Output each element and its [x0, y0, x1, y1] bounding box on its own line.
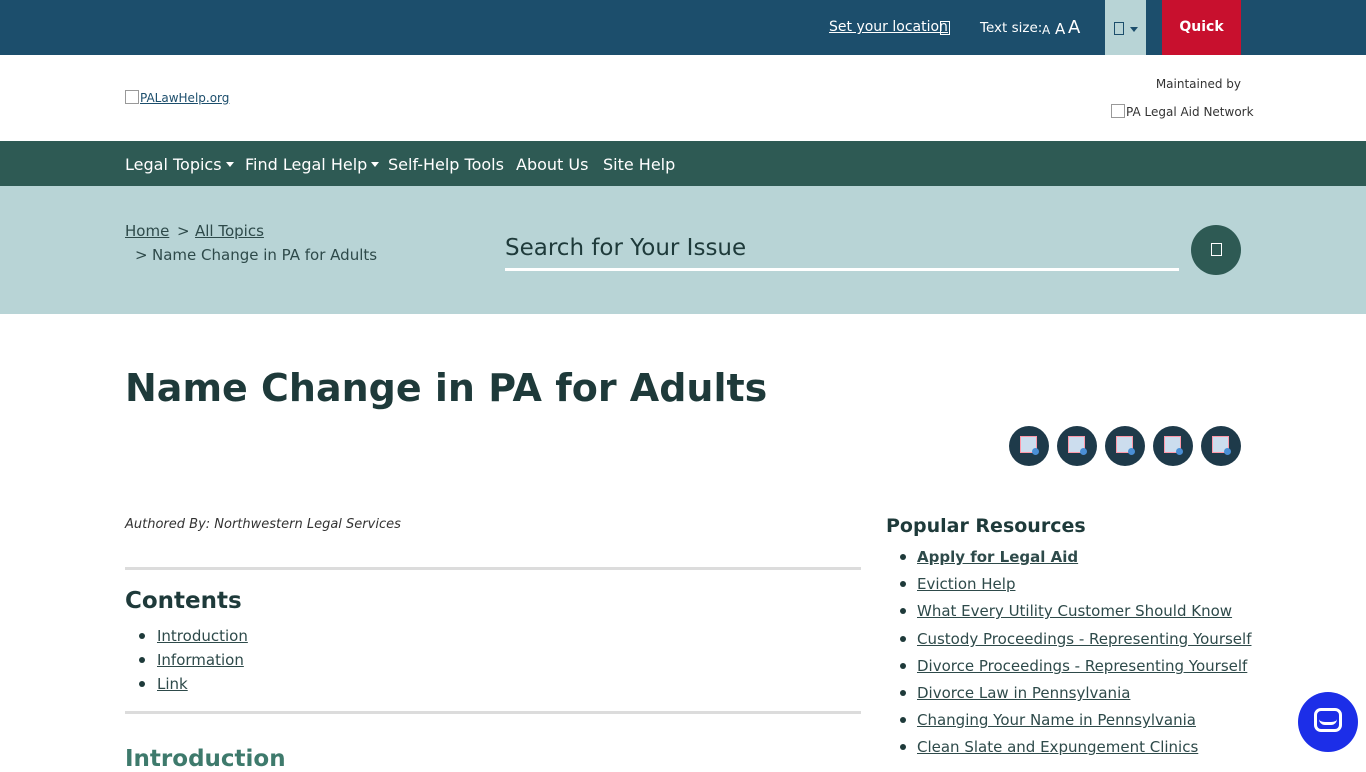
resource-link[interactable]: Divorce Law in Pennsylvania: [917, 684, 1130, 702]
partner-logo[interactable]: PA Legal Aid Network: [1111, 104, 1254, 119]
search-icon: [1211, 243, 1222, 256]
list-bullet: [900, 554, 906, 560]
text-size-label: Text size:: [980, 20, 1043, 36]
list-bullet: [900, 663, 906, 669]
resource-link[interactable]: Clean Slate and Expungement Clinics: [917, 738, 1198, 756]
maintained-by-label: Maintained by: [1155, 77, 1241, 91]
divider: [125, 711, 861, 714]
chevron-down-icon: [371, 162, 380, 167]
introduction-heading: Introduction: [125, 746, 286, 772]
list-bullet: [900, 636, 906, 642]
chevron-down-icon: [1130, 27, 1138, 32]
list-bullet: [139, 681, 145, 687]
author-line: Authored By: Northwestern Legal Services: [125, 517, 401, 532]
share-email-button[interactable]: [1105, 426, 1145, 466]
facebook-icon: [1020, 436, 1039, 455]
nav-self-help-tools[interactable]: Self-Help Tools: [388, 155, 504, 174]
contents-heading: Contents: [125, 588, 242, 614]
toc-link-information[interactable]: Information: [157, 651, 244, 669]
partner-alt-text: PA Legal Aid Network: [1126, 105, 1254, 119]
chevron-down-icon: [225, 162, 234, 167]
list-bullet: [139, 633, 145, 639]
breadcrumb-all-topics[interactable]: All Topics: [195, 222, 264, 240]
utility-bar: Set your location Text size: A A A Quick…: [0, 0, 1366, 90]
nav-label: Legal Topics: [125, 155, 222, 174]
language-selector[interactable]: [1105, 0, 1146, 55]
text-size-small-button[interactable]: A: [1042, 23, 1050, 37]
globe-icon: [1114, 22, 1124, 35]
nav-site-help[interactable]: Site Help: [603, 155, 675, 174]
text-size-medium-button[interactable]: A: [1055, 20, 1065, 38]
popular-resources-heading: Popular Resources: [886, 515, 1086, 537]
resource-link[interactable]: Apply for Legal Aid: [917, 548, 1078, 566]
breadcrumb-separator: >: [135, 246, 148, 264]
search-button[interactable]: [1191, 225, 1241, 275]
main-nav: Legal Topics Find Legal Help Self-Help T…: [0, 141, 1366, 186]
share-twitter-button[interactable]: [1057, 426, 1097, 466]
toc-link-introduction[interactable]: Introduction: [157, 627, 248, 645]
link-icon: [1212, 436, 1231, 455]
search-input[interactable]: Search for Your Issue: [505, 233, 1179, 271]
list-bullet: [900, 744, 906, 750]
site-logo[interactable]: PALawHelp.org: [125, 90, 229, 105]
resource-link[interactable]: Custody Proceedings - Representing Yours…: [917, 630, 1251, 648]
nav-legal-topics[interactable]: Legal Topics: [125, 155, 234, 174]
resource-link[interactable]: Changing Your Name in Pennsylvania: [917, 711, 1196, 729]
page-title: Name Change in PA for Adults: [125, 366, 768, 410]
list-bullet: [900, 717, 906, 723]
share-print-button[interactable]: [1153, 426, 1193, 466]
nav-find-legal-help[interactable]: Find Legal Help: [245, 155, 380, 174]
toc-link-link[interactable]: Link: [157, 675, 188, 693]
list-bullet: [139, 657, 145, 663]
list-bullet: [900, 581, 906, 587]
breadcrumb-separator: >: [177, 222, 190, 240]
breadcrumb-current: Name Change in PA for Adults: [152, 246, 378, 264]
set-location-link[interactable]: Set your location: [829, 19, 948, 35]
email-icon: [1116, 436, 1135, 455]
broken-image-icon: [125, 90, 139, 104]
list-bullet: [900, 690, 906, 696]
list-bullet: [900, 608, 906, 614]
resource-link[interactable]: Eviction Help: [917, 575, 1015, 593]
divider: [125, 567, 861, 570]
nav-about-us[interactable]: About Us: [516, 155, 588, 174]
text-size-large-button[interactable]: A: [1068, 17, 1080, 38]
chat-button[interactable]: [1298, 692, 1358, 752]
quick-exit-button[interactable]: Quick Exit: [1162, 0, 1241, 90]
nav-label: Find Legal Help: [245, 155, 368, 174]
resource-link[interactable]: What Every Utility Customer Should Know: [917, 602, 1232, 620]
logo-alt-text: PALawHelp.org: [140, 91, 230, 105]
resource-link[interactable]: Divorce Proceedings - Representing Yours…: [917, 657, 1247, 675]
location-icon[interactable]: [940, 21, 950, 35]
twitter-icon: [1068, 436, 1087, 455]
print-icon: [1164, 436, 1183, 455]
broken-image-icon: [1111, 104, 1125, 118]
share-facebook-button[interactable]: [1009, 426, 1049, 466]
share-link-button[interactable]: [1201, 426, 1241, 466]
breadcrumb-home[interactable]: Home: [125, 222, 169, 240]
